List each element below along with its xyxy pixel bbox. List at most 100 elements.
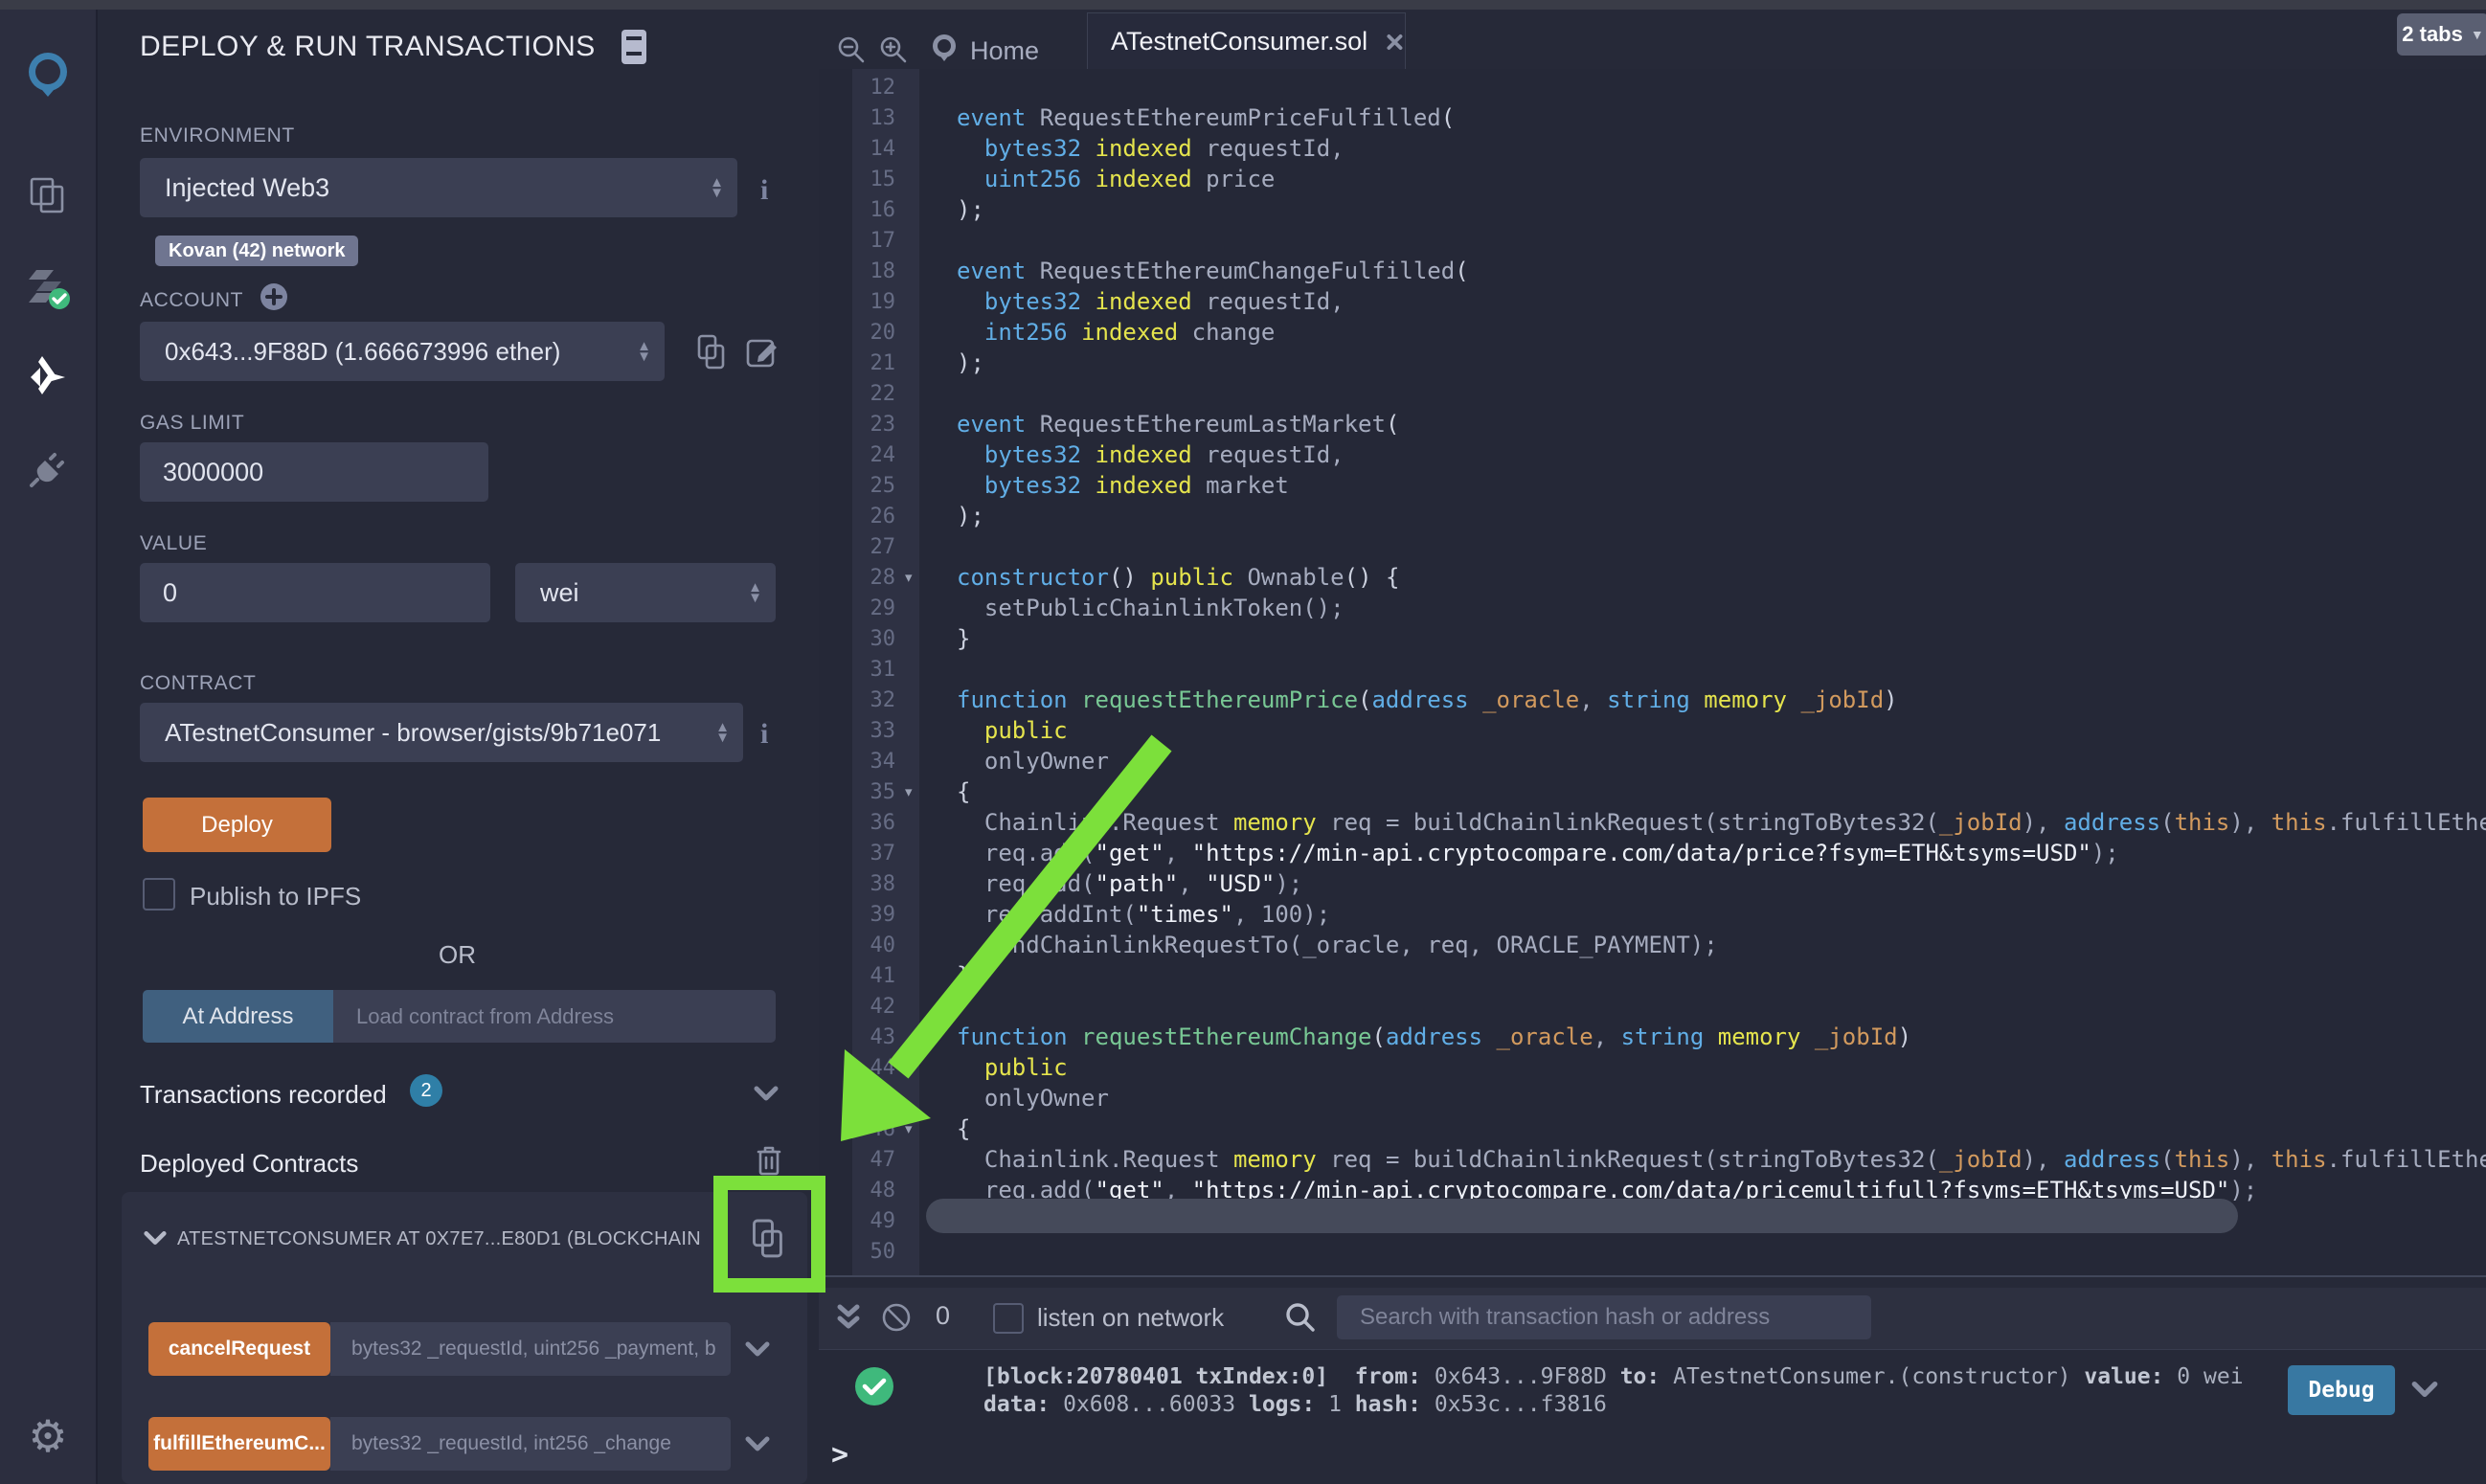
code-line[interactable]: 36 Chainlink.Request memory req = buildC… bbox=[819, 807, 2486, 838]
code-line[interactable]: 27 bbox=[819, 531, 2486, 562]
zoom-out-icon[interactable] bbox=[836, 34, 867, 65]
terminal-search-input[interactable] bbox=[1337, 1304, 1871, 1331]
expand-terminal-double-chevron-icon[interactable] bbox=[836, 1303, 861, 1334]
environment-info-icon[interactable]: i bbox=[760, 174, 768, 207]
contract-value: ATestnetConsumer - browser/gists/9b71e07… bbox=[140, 718, 661, 748]
publish-ipfs-checkbox[interactable] bbox=[143, 878, 175, 911]
code-editor[interactable]: 1213event RequestEthereumPriceFulfilled(… bbox=[819, 69, 2486, 1275]
transactions-chevron-down-icon[interactable] bbox=[753, 1084, 780, 1103]
fulfillethereumchange-args[interactable]: bytes32 _requestId, int256 _change bbox=[330, 1432, 671, 1455]
home-tab-icon[interactable] bbox=[926, 31, 962, 67]
code-line[interactable]: 15 uint256 indexed price bbox=[819, 164, 2486, 194]
code-line[interactable]: 12 bbox=[819, 72, 2486, 102]
code-line[interactable]: 33 public bbox=[819, 715, 2486, 746]
code-line[interactable]: 26); bbox=[819, 501, 2486, 531]
terminal-prompt[interactable]: > bbox=[831, 1438, 848, 1472]
line-number: 45 bbox=[819, 1087, 895, 1111]
tabs-count-dropdown[interactable]: 2 tabs ▼ bbox=[2397, 13, 2486, 56]
tx-expand-chevron-icon[interactable] bbox=[2410, 1379, 2439, 1400]
code-line[interactable]: 39 req.addInt("times", 100); bbox=[819, 899, 2486, 930]
fulfillethereumchange-button[interactable]: fulfillEthereumC... bbox=[148, 1417, 330, 1471]
file-explorer-icon[interactable] bbox=[17, 165, 79, 226]
tab-home[interactable]: Home bbox=[970, 36, 1039, 66]
code-line[interactable]: 47 Chainlink.Request memory req = buildC… bbox=[819, 1144, 2486, 1175]
code-line[interactable]: 44 public bbox=[819, 1052, 2486, 1083]
zoom-in-icon[interactable] bbox=[878, 34, 909, 65]
plugin-manager-icon[interactable] bbox=[17, 438, 79, 500]
code-line[interactable]: 41} bbox=[819, 960, 2486, 991]
at-address-button[interactable]: At Address bbox=[143, 990, 333, 1043]
code-line[interactable]: 43function requestEthereumChange(address… bbox=[819, 1022, 2486, 1052]
active-tab-label: ATestnetConsumer.sol bbox=[1088, 27, 1367, 56]
solidity-compiler-icon[interactable] bbox=[17, 257, 79, 318]
settings-gear-icon[interactable]: ⚙ bbox=[17, 1405, 79, 1467]
code-line[interactable]: 31 bbox=[819, 654, 2486, 685]
gas-limit-input[interactable] bbox=[140, 458, 488, 487]
transaction-log[interactable]: [block:20780401 txIndex:0] from: 0x643..… bbox=[983, 1363, 2244, 1419]
environment-select[interactable]: Injected Web3 ▲▼ bbox=[140, 158, 737, 217]
at-address-input[interactable] bbox=[333, 1004, 776, 1029]
cancelrequest-args[interactable]: bytes32 _requestId, uint256 _payment, b bbox=[330, 1338, 716, 1360]
add-account-icon[interactable] bbox=[259, 281, 289, 312]
code-line[interactable]: 29 setPublicChainlinkToken(); bbox=[819, 593, 2486, 623]
code-line[interactable]: 18event RequestEthereumChangeFulfilled( bbox=[819, 256, 2486, 286]
contract-select[interactable]: ATestnetConsumer - browser/gists/9b71e07… bbox=[140, 703, 743, 762]
edit-account-icon[interactable] bbox=[745, 333, 781, 370]
contract-expand-chevron-icon[interactable] bbox=[143, 1228, 168, 1248]
code-line[interactable]: 20 int256 indexed change bbox=[819, 317, 2486, 348]
cancelrequest-expand-chevron-icon[interactable] bbox=[744, 1339, 771, 1359]
code-line[interactable]: 35▾{ bbox=[819, 776, 2486, 807]
window-top-strip bbox=[0, 0, 2486, 10]
gas-limit-input-wrap bbox=[140, 442, 488, 502]
contract-info-icon[interactable]: i bbox=[760, 718, 768, 751]
cancelrequest-button[interactable]: cancelRequest bbox=[148, 1322, 330, 1376]
code-line[interactable]: 16); bbox=[819, 194, 2486, 225]
copy-contract-address-icon[interactable] bbox=[750, 1217, 786, 1261]
code-line[interactable]: 45 onlyOwner bbox=[819, 1083, 2486, 1113]
code-line[interactable]: 28▾constructor() public Ownable() { bbox=[819, 562, 2486, 593]
code-line[interactable]: 17 bbox=[819, 225, 2486, 256]
terminal-search-wrap bbox=[1337, 1295, 1871, 1339]
listen-on-network-checkbox[interactable] bbox=[993, 1303, 1024, 1334]
account-select[interactable]: 0x643...9F88D (1.666673996 ether) ▲▼ bbox=[140, 322, 665, 381]
code-line[interactable]: 40 sendChainlinkRequestTo(_oracle, req, … bbox=[819, 930, 2486, 960]
horizontal-scrollbar[interactable] bbox=[926, 1199, 2238, 1233]
code-line[interactable]: 23event RequestEthereumLastMarket( bbox=[819, 409, 2486, 439]
code-line[interactable]: 14 bytes32 indexed requestId, bbox=[819, 133, 2486, 164]
value-unit-select[interactable]: wei ▲▼ bbox=[515, 563, 776, 622]
code-line[interactable]: 37 req.add("get", "https://min-api.crypt… bbox=[819, 838, 2486, 868]
code-line[interactable]: 30} bbox=[819, 623, 2486, 654]
line-number: 19 bbox=[819, 290, 895, 314]
copy-account-icon[interactable] bbox=[695, 333, 728, 371]
code-lines: 1213event RequestEthereumPriceFulfilled(… bbox=[819, 72, 2486, 1267]
line-number: 37 bbox=[819, 842, 895, 866]
clear-terminal-ban-icon[interactable] bbox=[880, 1301, 913, 1334]
code-line[interactable]: 32function requestEthereumPrice(address … bbox=[819, 685, 2486, 715]
code-line[interactable]: 13event RequestEthereumPriceFulfilled( bbox=[819, 102, 2486, 133]
code-line[interactable]: 19 bytes32 indexed requestId, bbox=[819, 286, 2486, 317]
code-line[interactable]: 22 bbox=[819, 378, 2486, 409]
fold-marker-icon[interactable]: ▾ bbox=[895, 1120, 957, 1137]
fold-marker-icon[interactable]: ▾ bbox=[895, 783, 957, 800]
deployed-contract-header[interactable]: ATESTNETCONSUMER AT 0X7E7...E80D1 (BLOCK… bbox=[177, 1228, 713, 1250]
code-line[interactable]: 50 bbox=[819, 1236, 2486, 1267]
code-line[interactable]: 21); bbox=[819, 348, 2486, 378]
fold-marker-icon[interactable]: ▾ bbox=[895, 569, 957, 586]
clear-contracts-trash-icon[interactable] bbox=[755, 1143, 783, 1178]
code-line[interactable]: 24 bytes32 indexed requestId, bbox=[819, 439, 2486, 470]
close-tab-icon[interactable] bbox=[1385, 31, 1405, 54]
fulfill-expand-chevron-icon[interactable] bbox=[744, 1434, 771, 1453]
deploy-button[interactable]: Deploy bbox=[143, 798, 331, 852]
pending-tx-count: 0 bbox=[936, 1301, 950, 1331]
remix-logo-icon[interactable] bbox=[17, 44, 79, 105]
value-input[interactable] bbox=[140, 578, 490, 608]
code-line[interactable]: 25 bytes32 indexed market bbox=[819, 470, 2486, 501]
deploy-run-icon[interactable] bbox=[17, 347, 79, 408]
code-line[interactable]: 34 onlyOwner bbox=[819, 746, 2486, 776]
tab-atestnetconsumer[interactable]: ATestnetConsumer.sol bbox=[1087, 12, 1406, 70]
code-line[interactable]: 42 bbox=[819, 991, 2486, 1022]
debug-button[interactable]: Debug bbox=[2288, 1365, 2395, 1415]
code-line[interactable]: 46▾{ bbox=[819, 1113, 2486, 1144]
deploy-run-panel: DEPLOY & RUN TRANSACTIONS ENVIRONMENT In… bbox=[98, 10, 817, 1484]
code-line[interactable]: 38 req.add("path", "USD"); bbox=[819, 868, 2486, 899]
